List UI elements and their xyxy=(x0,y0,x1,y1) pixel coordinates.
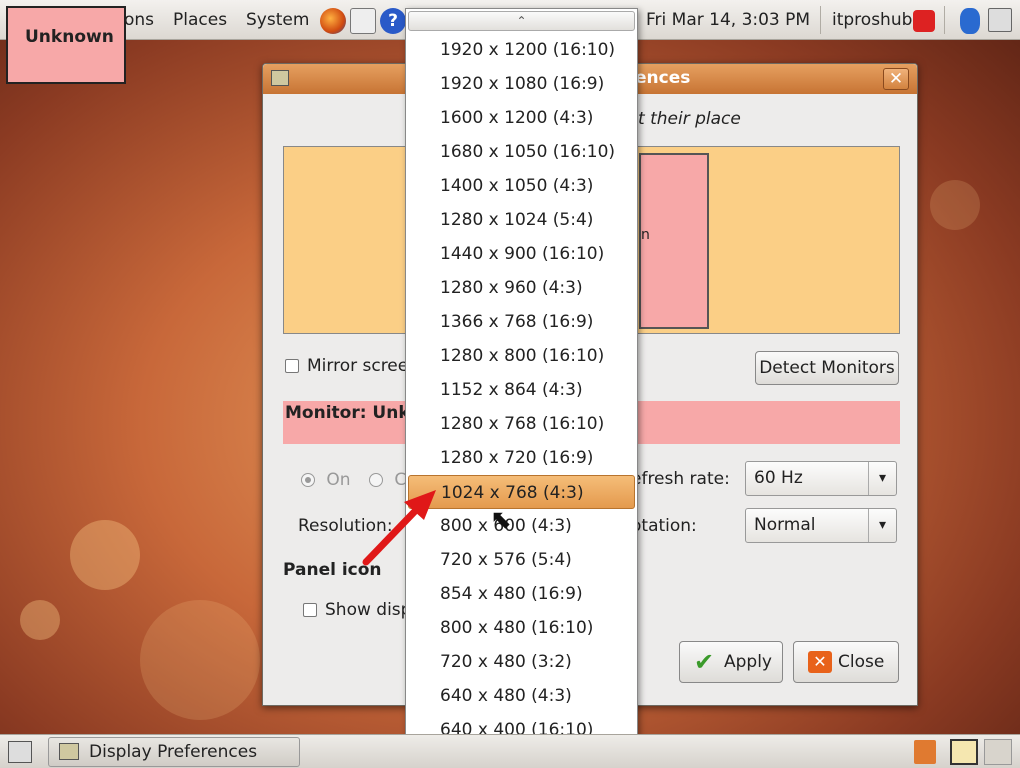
network-icon[interactable] xyxy=(988,8,1012,32)
monitor-rectangle[interactable]: n xyxy=(639,153,709,329)
detect-monitors-button[interactable]: Detect Monitors xyxy=(755,351,899,385)
panel-separator xyxy=(944,6,945,34)
show-displays-checkbox[interactable] xyxy=(303,603,317,617)
monitor-name-label: Monitor: Unk xyxy=(285,403,410,423)
rotation-value: Normal xyxy=(754,515,816,535)
resolution-option[interactable]: 720 x 480 (3:2) xyxy=(408,645,635,679)
resolution-option[interactable]: 800 x 600 (4:3) xyxy=(408,509,635,543)
resolution-option[interactable]: 1366 x 768 (16:9) xyxy=(408,305,635,339)
radio-indicator xyxy=(369,473,383,487)
close-button[interactable]: ✕ Close xyxy=(793,641,899,683)
refresh-rate-value: 60 Hz xyxy=(754,468,803,488)
bokeh-light xyxy=(140,600,260,720)
show-displays-row[interactable]: Show disp xyxy=(303,600,411,620)
monitor-on-label: On xyxy=(326,470,351,490)
show-displays-label: Show disp xyxy=(325,600,412,620)
resolution-option[interactable]: 1440 x 900 (16:10) xyxy=(408,237,635,271)
bottom-panel: Display Preferences xyxy=(0,734,1020,768)
monitor-rectangle-label: n xyxy=(641,227,650,243)
apply-button-label: Apply xyxy=(724,652,772,672)
bluetooth-icon[interactable] xyxy=(960,8,980,34)
resolution-option[interactable]: 640 x 480 (4:3) xyxy=(408,679,635,713)
checkmark-icon: ✔ xyxy=(694,648,715,676)
mirror-screens-label: Mirror scree xyxy=(307,356,409,376)
resolution-option[interactable]: 1680 x 1050 (16:10) xyxy=(408,135,635,169)
display-icon xyxy=(271,70,289,86)
dialog-title: ences xyxy=(635,68,691,88)
mouse-cursor-icon: ⬉ xyxy=(490,505,512,535)
resolution-label: Resolution: xyxy=(298,516,393,536)
menu-places[interactable]: Places xyxy=(173,10,227,30)
menu-applications[interactable]: ons xyxy=(124,10,154,30)
radio-indicator xyxy=(301,473,315,487)
firefox-icon[interactable] xyxy=(320,8,346,34)
scroll-up-arrow[interactable]: ⌃ xyxy=(408,11,635,31)
resolution-option[interactable]: 1920 x 1200 (16:10) xyxy=(408,33,635,67)
trash-icon[interactable] xyxy=(914,740,936,764)
mail-icon[interactable] xyxy=(350,8,376,34)
panel-icon-heading: Panel icon xyxy=(283,560,382,580)
bokeh-light xyxy=(20,600,60,640)
taskbar-window-label: Display Preferences xyxy=(89,742,258,762)
window-close-button[interactable]: ✕ xyxy=(883,68,909,90)
resolution-option[interactable]: 1280 x 768 (16:10) xyxy=(408,407,635,441)
resolution-option[interactable]: 854 x 480 (16:9) xyxy=(408,577,635,611)
resolution-option[interactable]: 1280 x 720 (16:9) xyxy=(408,441,635,475)
close-button-label: Close xyxy=(838,652,885,672)
taskbar-window-button[interactable]: Display Preferences xyxy=(48,737,300,767)
monitor-off-radio[interactable]: C xyxy=(369,470,406,490)
resolution-option[interactable]: 1400 x 1050 (4:3) xyxy=(408,169,635,203)
power-icon[interactable] xyxy=(913,10,935,32)
rotation-combo[interactable]: Normal ▾ xyxy=(745,508,897,543)
refresh-rate-label: efresh rate: xyxy=(631,469,730,489)
show-desktop-icon[interactable] xyxy=(8,741,32,763)
mirror-screens-checkbox[interactable] xyxy=(285,359,299,373)
resolution-option[interactable]: 1600 x 1200 (4:3) xyxy=(408,101,635,135)
resolution-option[interactable]: 800 x 480 (16:10) xyxy=(408,611,635,645)
panel-separator xyxy=(820,6,821,34)
clock[interactable]: Fri Mar 14, 3:03 PM xyxy=(646,10,810,30)
bokeh-light xyxy=(70,520,140,590)
resolution-option[interactable]: 1920 x 1080 (16:9) xyxy=(408,67,635,101)
workspace-2[interactable] xyxy=(984,739,1012,765)
menu-system[interactable]: System xyxy=(246,10,309,30)
resolution-dropdown-list[interactable]: ⌃ 1920 x 1200 (16:10) 1920 x 1080 (16:9) 1… xyxy=(405,8,638,764)
resolution-option[interactable]: 1152 x 864 (4:3) xyxy=(408,373,635,407)
resolution-option[interactable]: 720 x 576 (5:4) xyxy=(408,543,635,577)
mirror-screens-row[interactable]: Mirror scree xyxy=(285,356,408,376)
resolution-option[interactable]: 1280 x 1024 (5:4) xyxy=(408,203,635,237)
display-icon xyxy=(59,743,79,760)
instruction-text: t their place xyxy=(638,109,741,129)
resolution-option[interactable]: 1280 x 800 (16:10) xyxy=(408,339,635,373)
refresh-rate-combo[interactable]: 60 Hz ▾ xyxy=(745,461,897,496)
workspace-1[interactable] xyxy=(950,739,978,765)
rotation-label: otation: xyxy=(631,516,697,536)
bokeh-light xyxy=(930,180,980,230)
close-icon: ✕ xyxy=(808,651,832,673)
user-switcher[interactable]: itproshub xyxy=(832,10,912,30)
monitor-identify-label: Unknown xyxy=(6,6,126,84)
chevron-down-icon: ▾ xyxy=(868,509,896,542)
apply-button[interactable]: ✔ Apply xyxy=(679,641,783,683)
monitor-on-radio[interactable]: On xyxy=(301,470,351,490)
resolution-option[interactable]: 1280 x 960 (4:3) xyxy=(408,271,635,305)
help-icon[interactable]: ? xyxy=(380,8,406,34)
resolution-option[interactable]: 1024 x 768 (4:3) xyxy=(408,475,635,509)
chevron-down-icon: ▾ xyxy=(868,462,896,495)
